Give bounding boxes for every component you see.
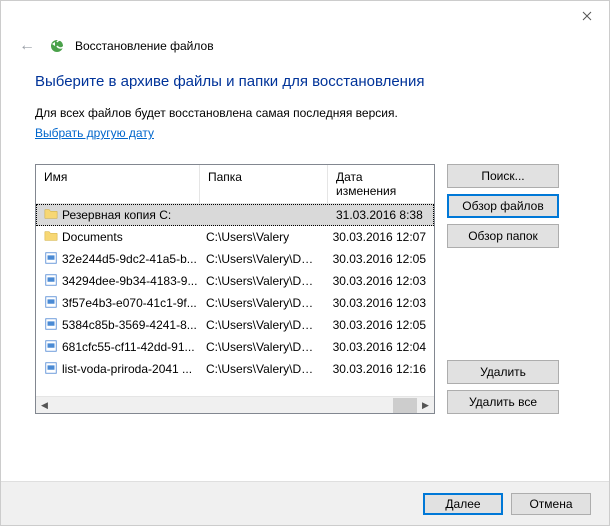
- row-name: Documents: [62, 230, 123, 244]
- cell-date: 30.03.2016 12:05: [325, 252, 434, 266]
- cell-folder: C:\Users\Valery\Docu...: [198, 362, 325, 376]
- file-icon: [44, 339, 58, 356]
- side-buttons: Поиск... Обзор файлов Обзор папок Удалит…: [447, 164, 559, 414]
- cell-name: 681cfc55-cf11-42dd-91...: [36, 339, 198, 356]
- file-icon: [44, 273, 58, 290]
- next-button[interactable]: Далее: [423, 493, 503, 515]
- page-heading: Выберите в архиве файлы и папки для восс…: [35, 73, 575, 90]
- page-description: Для всех файлов будет восстановлена сама…: [35, 106, 575, 120]
- file-icon: [44, 295, 58, 312]
- cell-name: 3f57e4b3-e070-41c1-9f...: [36, 295, 198, 312]
- search-button[interactable]: Поиск...: [447, 164, 559, 188]
- col-header-folder[interactable]: Папка: [200, 165, 328, 203]
- scroll-thumb[interactable]: [393, 398, 417, 413]
- cell-name: Резервная копия C:: [36, 207, 200, 224]
- back-arrow-icon[interactable]: ←: [15, 35, 39, 57]
- change-date-link[interactable]: Выбрать другую дату: [35, 126, 154, 140]
- list-header: Имя Папка Дата изменения: [36, 165, 434, 204]
- table-row[interactable]: list-voda-priroda-2041 ... C:\Users\Valer…: [36, 358, 434, 380]
- col-header-modified[interactable]: Дата изменения: [328, 165, 434, 203]
- cell-folder: C:\Users\Valery\Docu...: [198, 340, 325, 354]
- cell-folder: C:\Users\Valery: [198, 230, 325, 244]
- delete-all-button[interactable]: Удалить все: [447, 390, 559, 414]
- cell-name: 34294dee-9b34-4183-9...: [36, 273, 198, 290]
- row-name: Резервная копия C:: [62, 208, 171, 222]
- footer: Далее Отмена: [1, 481, 609, 525]
- folder-icon: [44, 207, 58, 224]
- file-icon: [44, 317, 58, 334]
- browse-folders-button[interactable]: Обзор папок: [447, 224, 559, 248]
- window-title: Восстановление файлов: [75, 39, 214, 53]
- restore-icon: [49, 38, 65, 54]
- cell-name: list-voda-priroda-2041 ...: [36, 361, 198, 378]
- cell-name: 5384c85b-3569-4241-8...: [36, 317, 198, 334]
- cell-date: 30.03.2016 12:05: [325, 318, 434, 332]
- cell-date: 30.03.2016 12:16: [325, 362, 434, 376]
- spacer: [447, 254, 559, 354]
- content: Выберите в архиве файлы и папки для восс…: [1, 67, 609, 414]
- row-name: 3f57e4b3-e070-41c1-9f...: [62, 296, 197, 310]
- table-row[interactable]: Documents C:\Users\Valery30.03.2016 12:07: [36, 226, 434, 248]
- cell-date: 31.03.2016 8:38: [328, 208, 434, 222]
- cell-folder: C:\Users\Valery\Docu...: [198, 296, 325, 310]
- close-icon: [582, 11, 592, 21]
- row-name: 32e244d5-9dc2-41a5-b...: [62, 252, 197, 266]
- scroll-right-icon[interactable]: ▶: [417, 397, 434, 414]
- row-name: 34294dee-9b34-4183-9...: [62, 274, 197, 288]
- horizontal-scrollbar[interactable]: ◀ ▶: [36, 396, 434, 413]
- table-row[interactable]: 34294dee-9b34-4183-9...C:\Users\Valery\D…: [36, 270, 434, 292]
- cell-folder: C:\Users\Valery\Docu...: [198, 252, 325, 266]
- file-list: Имя Папка Дата изменения Резервная копия…: [35, 164, 435, 414]
- cell-name: 32e244d5-9dc2-41a5-b...: [36, 251, 198, 268]
- browse-files-button[interactable]: Обзор файлов: [447, 194, 559, 218]
- table-row[interactable]: 32e244d5-9dc2-41a5-b...C:\Users\Valery\D…: [36, 248, 434, 270]
- titlebar: [1, 1, 609, 31]
- table-row[interactable]: 681cfc55-cf11-42dd-91...C:\Users\Valery\…: [36, 336, 434, 358]
- cell-date: 30.03.2016 12:03: [325, 274, 434, 288]
- cell-date: 30.03.2016 12:04: [325, 340, 434, 354]
- scroll-track[interactable]: [53, 397, 417, 414]
- table-row[interactable]: 5384c85b-3569-4241-8...C:\Users\Valery\D…: [36, 314, 434, 336]
- cell-date: 30.03.2016 12:07: [325, 230, 434, 244]
- row-name: 5384c85b-3569-4241-8...: [62, 318, 197, 332]
- cancel-button[interactable]: Отмена: [511, 493, 591, 515]
- header: ← Восстановление файлов: [1, 31, 609, 67]
- cell-name: Documents: [36, 229, 198, 246]
- body-row: Имя Папка Дата изменения Резервная копия…: [35, 164, 575, 414]
- file-icon: [44, 361, 58, 378]
- cell-date: 30.03.2016 12:03: [325, 296, 434, 310]
- cell-folder: C:\Users\Valery\Docu...: [198, 318, 325, 332]
- table-row[interactable]: Резервная копия C: 31.03.2016 8:38: [36, 204, 434, 226]
- col-header-name[interactable]: Имя: [36, 165, 200, 203]
- scroll-left-icon[interactable]: ◀: [36, 397, 53, 414]
- file-icon: [44, 251, 58, 268]
- list-body[interactable]: Резервная копия C: 31.03.2016 8:38 Documen…: [36, 204, 434, 396]
- delete-button[interactable]: Удалить: [447, 360, 559, 384]
- folder-icon: [44, 229, 58, 246]
- row-name: 681cfc55-cf11-42dd-91...: [62, 340, 195, 354]
- table-row[interactable]: 3f57e4b3-e070-41c1-9f...C:\Users\Valery\…: [36, 292, 434, 314]
- cell-folder: C:\Users\Valery\Docu...: [198, 274, 325, 288]
- row-name: list-voda-priroda-2041 ...: [62, 362, 192, 376]
- close-button[interactable]: [564, 1, 609, 31]
